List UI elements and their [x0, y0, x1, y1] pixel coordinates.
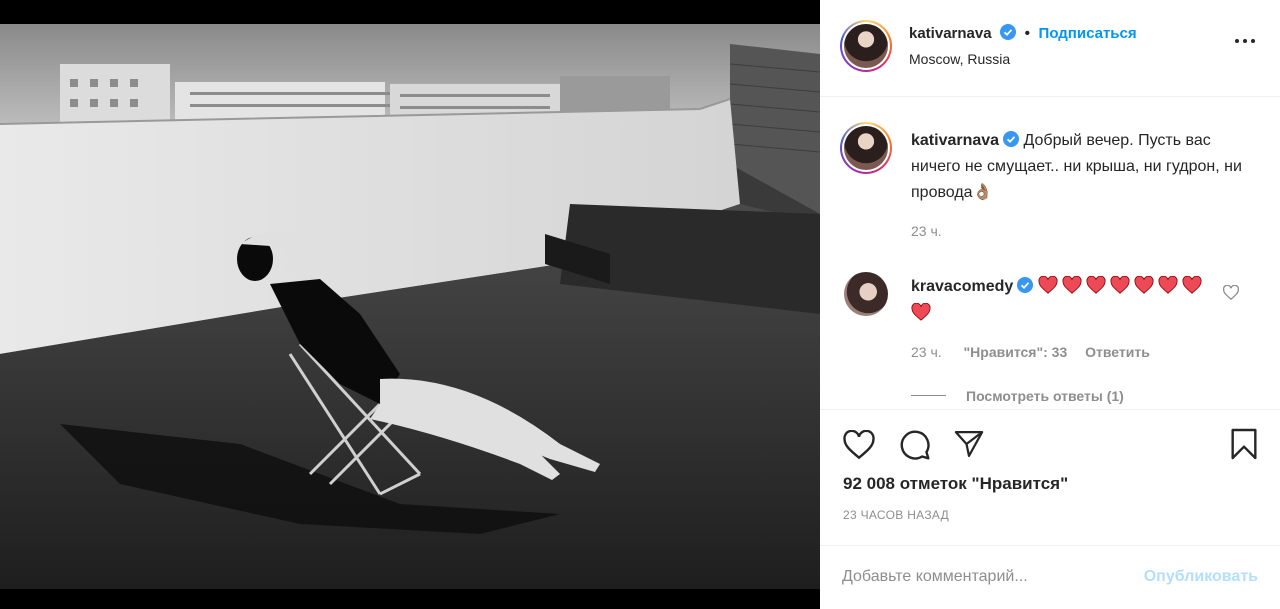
comment-like-heart-icon[interactable] [1223, 285, 1239, 300]
publish-button[interactable]: Опубликовать [1144, 568, 1258, 586]
post-photo[interactable] [0, 24, 820, 589]
follow-button[interactable]: Подписаться [1039, 25, 1137, 42]
heart-emoji [911, 302, 931, 329]
posted-time[interactable]: 23 ЧАСОВ НАЗАД [843, 508, 949, 522]
comment-likes-count[interactable]: "Нравится": 33 [964, 344, 1068, 360]
verified-badge-icon [1003, 131, 1020, 147]
separator-dot: • [1024, 25, 1031, 42]
replies-divider [911, 395, 946, 396]
caption-author-avatar[interactable] [840, 122, 892, 174]
caption: kativarnava Добрый вечер. Пусть вас ниче… [911, 128, 1251, 206]
heart-emoji [1038, 275, 1058, 302]
verified-badge-icon [1000, 24, 1017, 40]
caption-author[interactable]: kativarnava [911, 132, 999, 149]
heart-emoji [1134, 275, 1154, 302]
heart-emoji [1062, 275, 1082, 302]
comment-input[interactable] [842, 568, 1102, 586]
heart-emoji [1158, 275, 1178, 302]
post-side-panel: kativarnava • Подписаться Moscow, Russia… [820, 0, 1280, 609]
ok-hand-emoji: 👌🏽 [972, 184, 993, 201]
verified-badge-icon [1017, 277, 1034, 293]
heart-emoji [1110, 275, 1130, 302]
bookmark-icon[interactable] [1230, 428, 1258, 460]
photo-panel [0, 0, 820, 609]
commenter-avatar[interactable] [844, 272, 888, 316]
comment-meta: 23 ч. "Нравится": 33 Ответить [911, 344, 1150, 360]
view-replies-button[interactable]: Посмотреть ответы (1) [966, 388, 1124, 404]
comment-icon[interactable] [899, 429, 931, 461]
author-username[interactable]: kativarnava [909, 25, 992, 42]
heart-emoji [1182, 275, 1202, 302]
share-icon[interactable] [954, 430, 984, 458]
reply-button[interactable]: Ответить [1085, 344, 1150, 360]
post-actions: 92 008 отметок "Нравится" 23 ЧАСОВ НАЗАД [820, 409, 1280, 529]
more-dots-icon[interactable] [1234, 38, 1256, 44]
heart-icon[interactable] [843, 430, 875, 460]
comment-author[interactable]: kravacomedy [911, 278, 1013, 295]
post-photo-image [0, 24, 820, 589]
author-avatar[interactable] [840, 20, 892, 72]
post-location[interactable]: Moscow, Russia [909, 51, 1010, 67]
comment-body: kravacomedy [911, 275, 1211, 329]
heart-emoji [1086, 275, 1106, 302]
comment-time[interactable]: 23 ч. [911, 344, 942, 360]
comments-list[interactable]: kativarnava Добрый вечер. Пусть вас ниче… [820, 98, 1280, 408]
post-header: kativarnava • Подписаться Moscow, Russia [820, 0, 1280, 97]
caption-time[interactable]: 23 ч. [911, 223, 942, 239]
likes-count[interactable]: 92 008 отметок "Нравится" [843, 474, 1068, 494]
comment-form: Опубликовать [820, 545, 1280, 609]
